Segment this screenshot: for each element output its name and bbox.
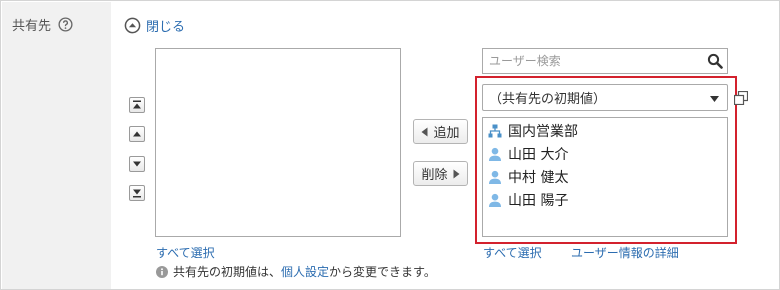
move-up-icon	[133, 131, 141, 137]
move-up-button[interactable]	[129, 126, 145, 142]
list-item[interactable]: 中村 健太	[483, 165, 727, 188]
user-icon	[489, 193, 501, 207]
member-name: 山田 大介	[508, 146, 569, 163]
move-down-icon	[133, 161, 141, 167]
share-preset-value: （共有先の初期値）	[489, 92, 607, 107]
info-icon	[156, 265, 168, 278]
copy-icon[interactable]	[734, 91, 748, 105]
search-icon[interactable]	[707, 53, 723, 69]
move-bottom-icon	[133, 189, 141, 198]
move-bottom-button[interactable]	[129, 185, 145, 201]
member-name: 国内営業部	[508, 123, 578, 140]
move-top-icon	[133, 100, 141, 109]
arrow-left-icon	[421, 127, 428, 136]
share-preset-select[interactable]: （共有先の初期値）	[482, 84, 728, 111]
selected-members-list[interactable]: 国内営業部 山田 大介 中村 健太 山田 陽子	[482, 117, 728, 237]
note-suffix: から変更できます。	[329, 265, 436, 279]
member-name: 中村 健太	[508, 169, 569, 186]
field-label: 共有先	[12, 15, 73, 34]
user-details-link[interactable]: ユーザー情報の詳細	[571, 244, 679, 261]
label-column: 共有先	[2, 2, 111, 289]
user-icon	[489, 147, 501, 161]
list-item[interactable]: 国内営業部	[483, 119, 727, 142]
collapse-up-icon	[124, 17, 141, 34]
org-icon	[488, 124, 502, 137]
help-icon[interactable]	[58, 17, 73, 32]
move-top-button[interactable]	[129, 97, 145, 113]
member-name: 山田 陽子	[508, 192, 569, 209]
remove-button-label: 削除	[421, 168, 448, 183]
personal-settings-link[interactable]: 個人設定	[281, 263, 329, 280]
list-item[interactable]: 山田 陽子	[483, 188, 727, 211]
arrow-right-icon	[453, 169, 459, 178]
move-down-button[interactable]	[129, 156, 145, 172]
user-search-box	[482, 48, 728, 74]
candidate-list[interactable]	[155, 48, 401, 237]
user-search-input[interactable]	[483, 49, 698, 73]
add-button[interactable]: 追加	[413, 119, 468, 144]
list-item[interactable]: 山田 大介	[483, 142, 727, 165]
select-all-right-link[interactable]: すべて選択	[483, 244, 542, 261]
field-label-text: 共有先	[12, 19, 52, 34]
select-all-left-link[interactable]: すべて選択	[156, 244, 215, 261]
chevron-down-icon	[710, 96, 719, 102]
remove-button[interactable]: 削除	[413, 161, 468, 186]
collapse-link[interactable]: 閉じる	[124, 16, 185, 35]
user-icon	[489, 170, 501, 184]
add-button-label: 追加	[433, 126, 460, 141]
note-prefix: 共有先の初期値は、	[173, 265, 282, 279]
collapse-label: 閉じる	[146, 20, 186, 35]
default-share-note: 共有先の初期値は、 個人設定 から変更できます。	[156, 263, 436, 280]
